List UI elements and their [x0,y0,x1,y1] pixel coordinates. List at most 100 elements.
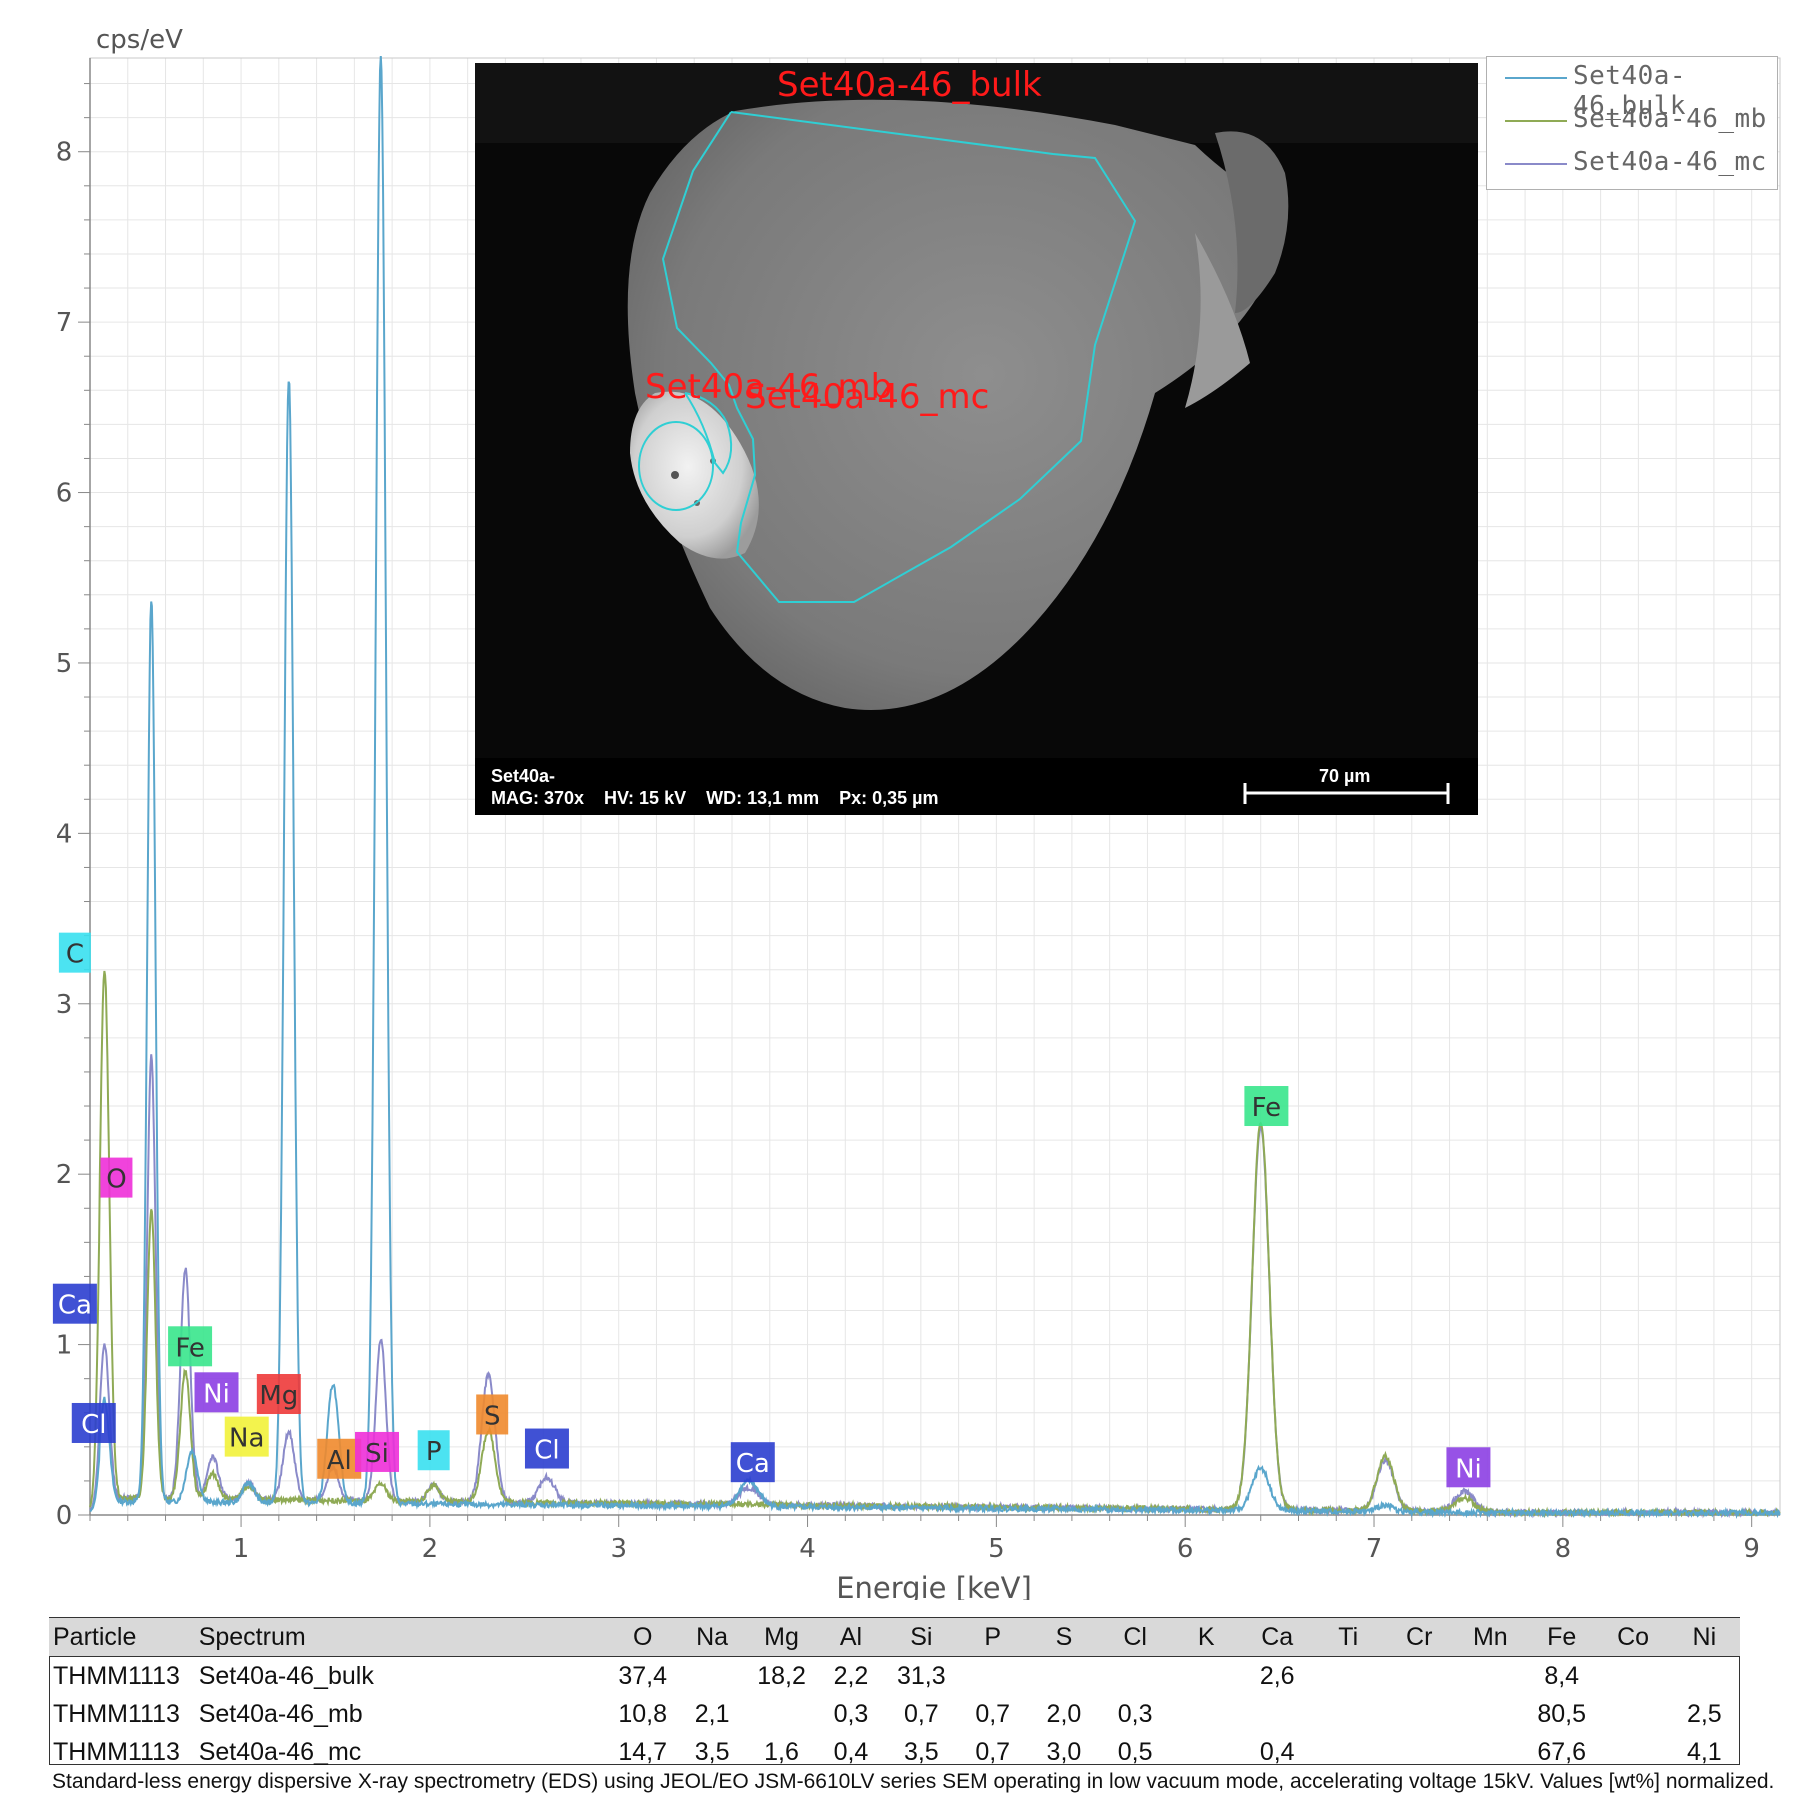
table-cell [1171,1657,1242,1696]
table-cell: 2,2 [833,1661,869,1690]
element-marker-label: O [106,1165,126,1195]
table-header-cell: K [1170,1617,1242,1657]
table-cell [1597,1733,1668,1771]
table-header-cell: Na [677,1617,747,1657]
table-row: THMM1113 Set40a-46_mc 14,7 3,5 1,6 0,4 3,5 0,7 3… [49,1733,1740,1771]
table-cell: 14,7 [618,1737,668,1766]
x-tick-label: 2 [422,1534,439,1564]
table-header-cell: Al [816,1617,886,1657]
sem-micrograph [475,63,1478,815]
table-header-cell: Mn [1454,1617,1526,1657]
table-cell: 80,5 [1537,1699,1587,1728]
element-marker: O [100,1157,133,1198]
element-marker: S [476,1394,509,1435]
table-header-cell: Co [1597,1617,1669,1657]
table-header-cell: Fe [1525,1617,1598,1657]
table-header-cell: Ca [1241,1617,1313,1657]
table-cell [1597,1657,1668,1696]
table-cell [1171,1695,1242,1733]
y-tick-label: 1 [56,1331,73,1361]
table-cell: Set40a-46_mc [198,1737,362,1766]
element-marker: Al [317,1438,362,1479]
table-cell: 0,7 [903,1699,939,1728]
table-cell [1384,1695,1455,1733]
element-marker: Mg [256,1374,301,1415]
element-marker-label: Fe [175,1333,205,1363]
table-cell [747,1695,817,1733]
element-marker: Cl [71,1402,116,1443]
table-row: THMM1113 Set40a-46_mb 10,8 2,1 0,3 0,7 0,7 2,0 0… [49,1695,1740,1733]
table-cell [1313,1733,1384,1771]
table-cell: 2,1 [694,1699,730,1728]
caption: Standard-less energy dispersive X-ray sp… [52,1770,1775,1793]
element-marker: Ca [52,1283,97,1324]
table-cell: 10,8 [618,1699,668,1728]
composition-table: Particle Spectrum O Na Mg Al Si P S Cl K Ca Ti Cr Mn Fe… [49,1617,1740,1771]
table-header-cell: Mg [746,1617,817,1657]
y-tick-label: 7 [56,308,73,338]
element-marker: P [417,1430,450,1471]
table-cell [1171,1733,1242,1771]
series-line-1 [89,970,1781,1519]
element-marker: Ni [1446,1447,1491,1488]
table-header-cell: Spectrum [194,1617,608,1657]
element-marker-label: P [426,1437,442,1467]
x-tick-label: 4 [799,1534,816,1564]
table-cell: 0,7 [975,1699,1011,1728]
legend-label-mb: Set40a-46_mb [1573,104,1767,134]
table-cell [1384,1657,1455,1696]
y-tick-label: 5 [56,649,73,679]
sem-footer-line2: MAG: 370x HV: 15 kV WD: 13,1 mm Px: 0,35… [491,788,939,808]
legend-item-mb: Set40a-46_mb [1497,104,1777,138]
table-cell [1597,1695,1668,1733]
element-marker-label: S [484,1401,501,1431]
table-cell: 1,6 [764,1737,799,1766]
y-tick-label: 4 [56,819,73,849]
element-marker: Ni [194,1372,239,1413]
element-marker-label: Fe [1252,1093,1282,1123]
table-header-cell: Si [885,1617,958,1657]
legend-swatch-mb [1505,120,1567,122]
table-cell: 0,5 [1117,1737,1153,1766]
element-marker-label: C [66,940,84,970]
table-header-cell: Particle [49,1617,195,1657]
table-header-cell: Cl [1099,1617,1171,1657]
y-tick-label: 0 [56,1501,73,1531]
legend-item-bulk: Set40a-46_bulk [1497,61,1777,121]
table-cell [957,1657,1028,1696]
table-header-cell: O [607,1617,678,1657]
table-cell: THMM1113 [53,1699,180,1728]
element-marker: C [58,932,91,973]
table-header-row: Particle Spectrum O Na Mg Al Si P S Cl K Ca Ti Cr Mn Fe… [49,1617,1740,1657]
table-cell: 0,7 [975,1737,1011,1766]
sem-label-bulk: Set40a-46_bulk [777,65,1042,105]
table-cell: 37,4 [618,1661,668,1690]
table-cell [1313,1657,1384,1696]
table-header-cell: Cr [1383,1617,1455,1657]
table-cell [1669,1657,1740,1696]
legend-swatch-mc [1505,163,1567,165]
table-cell [1242,1695,1313,1733]
table-header-cell: Ti [1312,1617,1384,1657]
x-tick-label: 5 [988,1534,1005,1564]
table-cell [1028,1657,1099,1696]
element-marker: Fe [168,1326,213,1367]
x-tick-label: 8 [1555,1534,1572,1564]
element-marker-label: Ca [736,1449,770,1479]
table-cell: 3,5 [903,1737,939,1766]
table-cell: 0,3 [1117,1699,1153,1728]
x-axis-label: Energie [keV] [836,1571,1032,1600]
element-marker: Si [355,1431,400,1472]
table-cell: 3,5 [694,1737,730,1766]
table-cell [677,1657,746,1696]
sem-scale-label: 70 µm [1319,766,1371,786]
table-cell: 0,3 [833,1699,869,1728]
element-marker-label: Si [365,1439,389,1469]
table-cell [1455,1733,1526,1771]
table-cell: 31,3 [897,1661,946,1690]
table-cell: 2,0 [1046,1699,1082,1728]
x-tick-label: 7 [1366,1534,1383,1564]
y-tick-label: 6 [56,479,73,509]
chart-legend: Set40a-46_bulk Set40a-46_mb Set40a-46_mc [1486,56,1778,190]
element-marker-label: Mg [259,1381,298,1411]
